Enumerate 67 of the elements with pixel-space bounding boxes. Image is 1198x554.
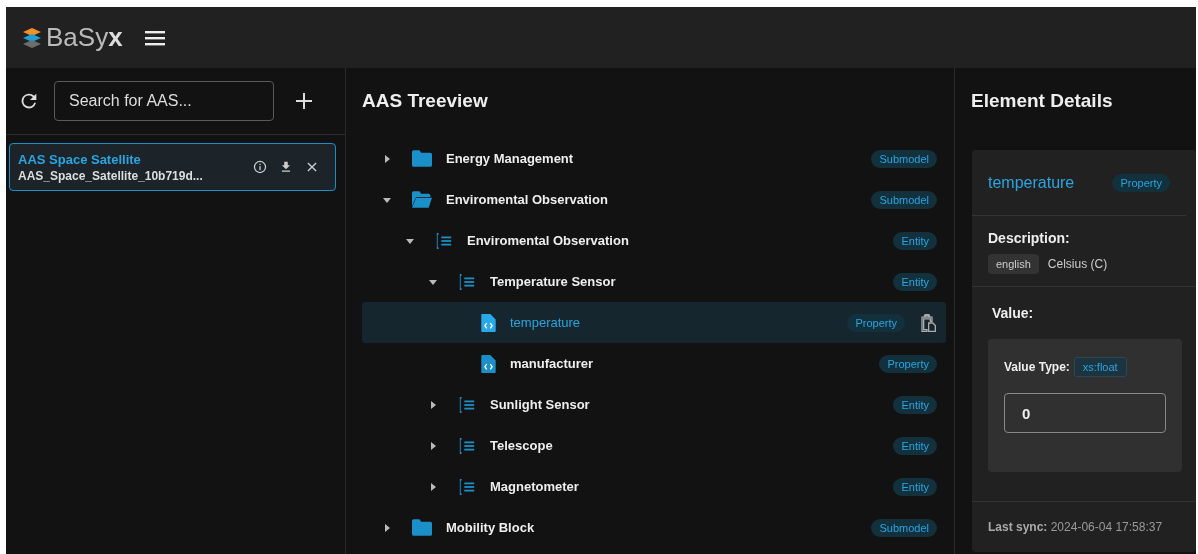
tree-row[interactable]: Temperature Sensor Entity — [362, 261, 946, 302]
caret-right-icon[interactable] — [428, 481, 438, 492]
menu-icon[interactable] — [144, 29, 165, 46]
tree-row[interactable]: manufacturer Property — [362, 343, 946, 384]
tree-label: temperature — [510, 315, 582, 330]
type-badge: Entity — [893, 395, 937, 414]
list-icon — [458, 395, 476, 414]
tree-label: Enviromental Observation — [446, 192, 609, 207]
tree-row[interactable]: Enviromental Observation Submodel — [362, 179, 946, 220]
type-badge: Submodel — [871, 149, 937, 168]
folder-icon — [412, 519, 432, 536]
type-badge: Property — [847, 313, 905, 332]
tree-label: manufacturer — [510, 356, 595, 371]
type-badge: Submodel — [871, 518, 937, 537]
search-field[interactable]: Search for AAS... — [54, 81, 274, 121]
list-icon — [458, 436, 476, 455]
tree-row[interactable]: Energy Management Submodel — [362, 138, 946, 179]
caret-right-icon[interactable] — [428, 440, 438, 451]
description-label: Description: — [988, 230, 1071, 246]
type-badge: Entity — [893, 436, 937, 455]
info-icon[interactable] — [253, 160, 267, 174]
value-type-label: Value Type: — [1004, 360, 1070, 374]
aas-id: AAS_Space_Satellite_10b719d... — [18, 168, 204, 183]
tree-label: Telescope — [490, 438, 554, 453]
add-icon[interactable] — [296, 93, 312, 109]
folder-icon — [412, 150, 432, 167]
value-type-chip: xs:float — [1073, 357, 1127, 377]
tree-row[interactable]: Mobility Block Submodel — [362, 507, 946, 548]
type-badge: Property — [879, 354, 937, 373]
caret-right-icon[interactable] — [428, 399, 438, 410]
type-badge: Submodel — [871, 190, 937, 209]
tree-label: Mobility Block — [446, 520, 536, 535]
element-name: temperature — [988, 173, 1075, 192]
code-file-icon — [481, 313, 496, 332]
caret-right-icon[interactable] — [382, 522, 392, 533]
tree-label: Magnetometer — [490, 479, 580, 494]
tree-label: Enviromental Observation — [467, 233, 630, 248]
download-icon[interactable] — [279, 160, 293, 174]
language-chip: english — [988, 254, 1039, 274]
last-sync-text: Last sync: 2024-06-04 17:58:37 — [988, 520, 1163, 534]
tree-row[interactable]: Sunlight Sensor Entity — [362, 384, 946, 425]
panel-title: AAS Treeview — [362, 90, 488, 112]
list-icon — [458, 272, 476, 291]
tree-row[interactable]: Magnetometer Entity — [362, 466, 946, 507]
brand-name: BaSyx — [46, 22, 123, 53]
aas-list-item[interactable]: AAS Space Satellite AAS_Space_Satellite_10b719d... — [9, 143, 336, 191]
code-file-icon — [481, 354, 496, 373]
type-badge: Property — [1112, 173, 1170, 192]
tree-row[interactable]: Enviromental Observation Entity — [362, 220, 946, 261]
type-badge: Entity — [893, 272, 937, 291]
tree-label: Energy Management — [446, 151, 575, 166]
caret-right-icon[interactable] — [382, 153, 392, 164]
tree-row[interactable]: temperature Property — [362, 302, 946, 343]
type-badge: Entity — [893, 231, 937, 250]
type-badge: Entity — [893, 477, 937, 496]
panel-title: Element Details — [971, 90, 1113, 112]
value-field[interactable]: 0 — [1004, 393, 1166, 433]
tree-label: Sunlight Sensor — [490, 397, 591, 412]
tree-row[interactable]: Telescope Entity — [362, 425, 946, 466]
description-text: Celsius (C) — [1047, 257, 1108, 271]
close-icon[interactable] — [305, 160, 319, 174]
folder-open-icon — [412, 191, 432, 208]
value-label: Value: — [991, 305, 1035, 321]
list-icon — [435, 231, 453, 250]
aas-name: AAS Space Satellite — [18, 151, 142, 167]
tree-label: Temperature Sensor — [490, 274, 617, 289]
list-icon — [458, 477, 476, 496]
